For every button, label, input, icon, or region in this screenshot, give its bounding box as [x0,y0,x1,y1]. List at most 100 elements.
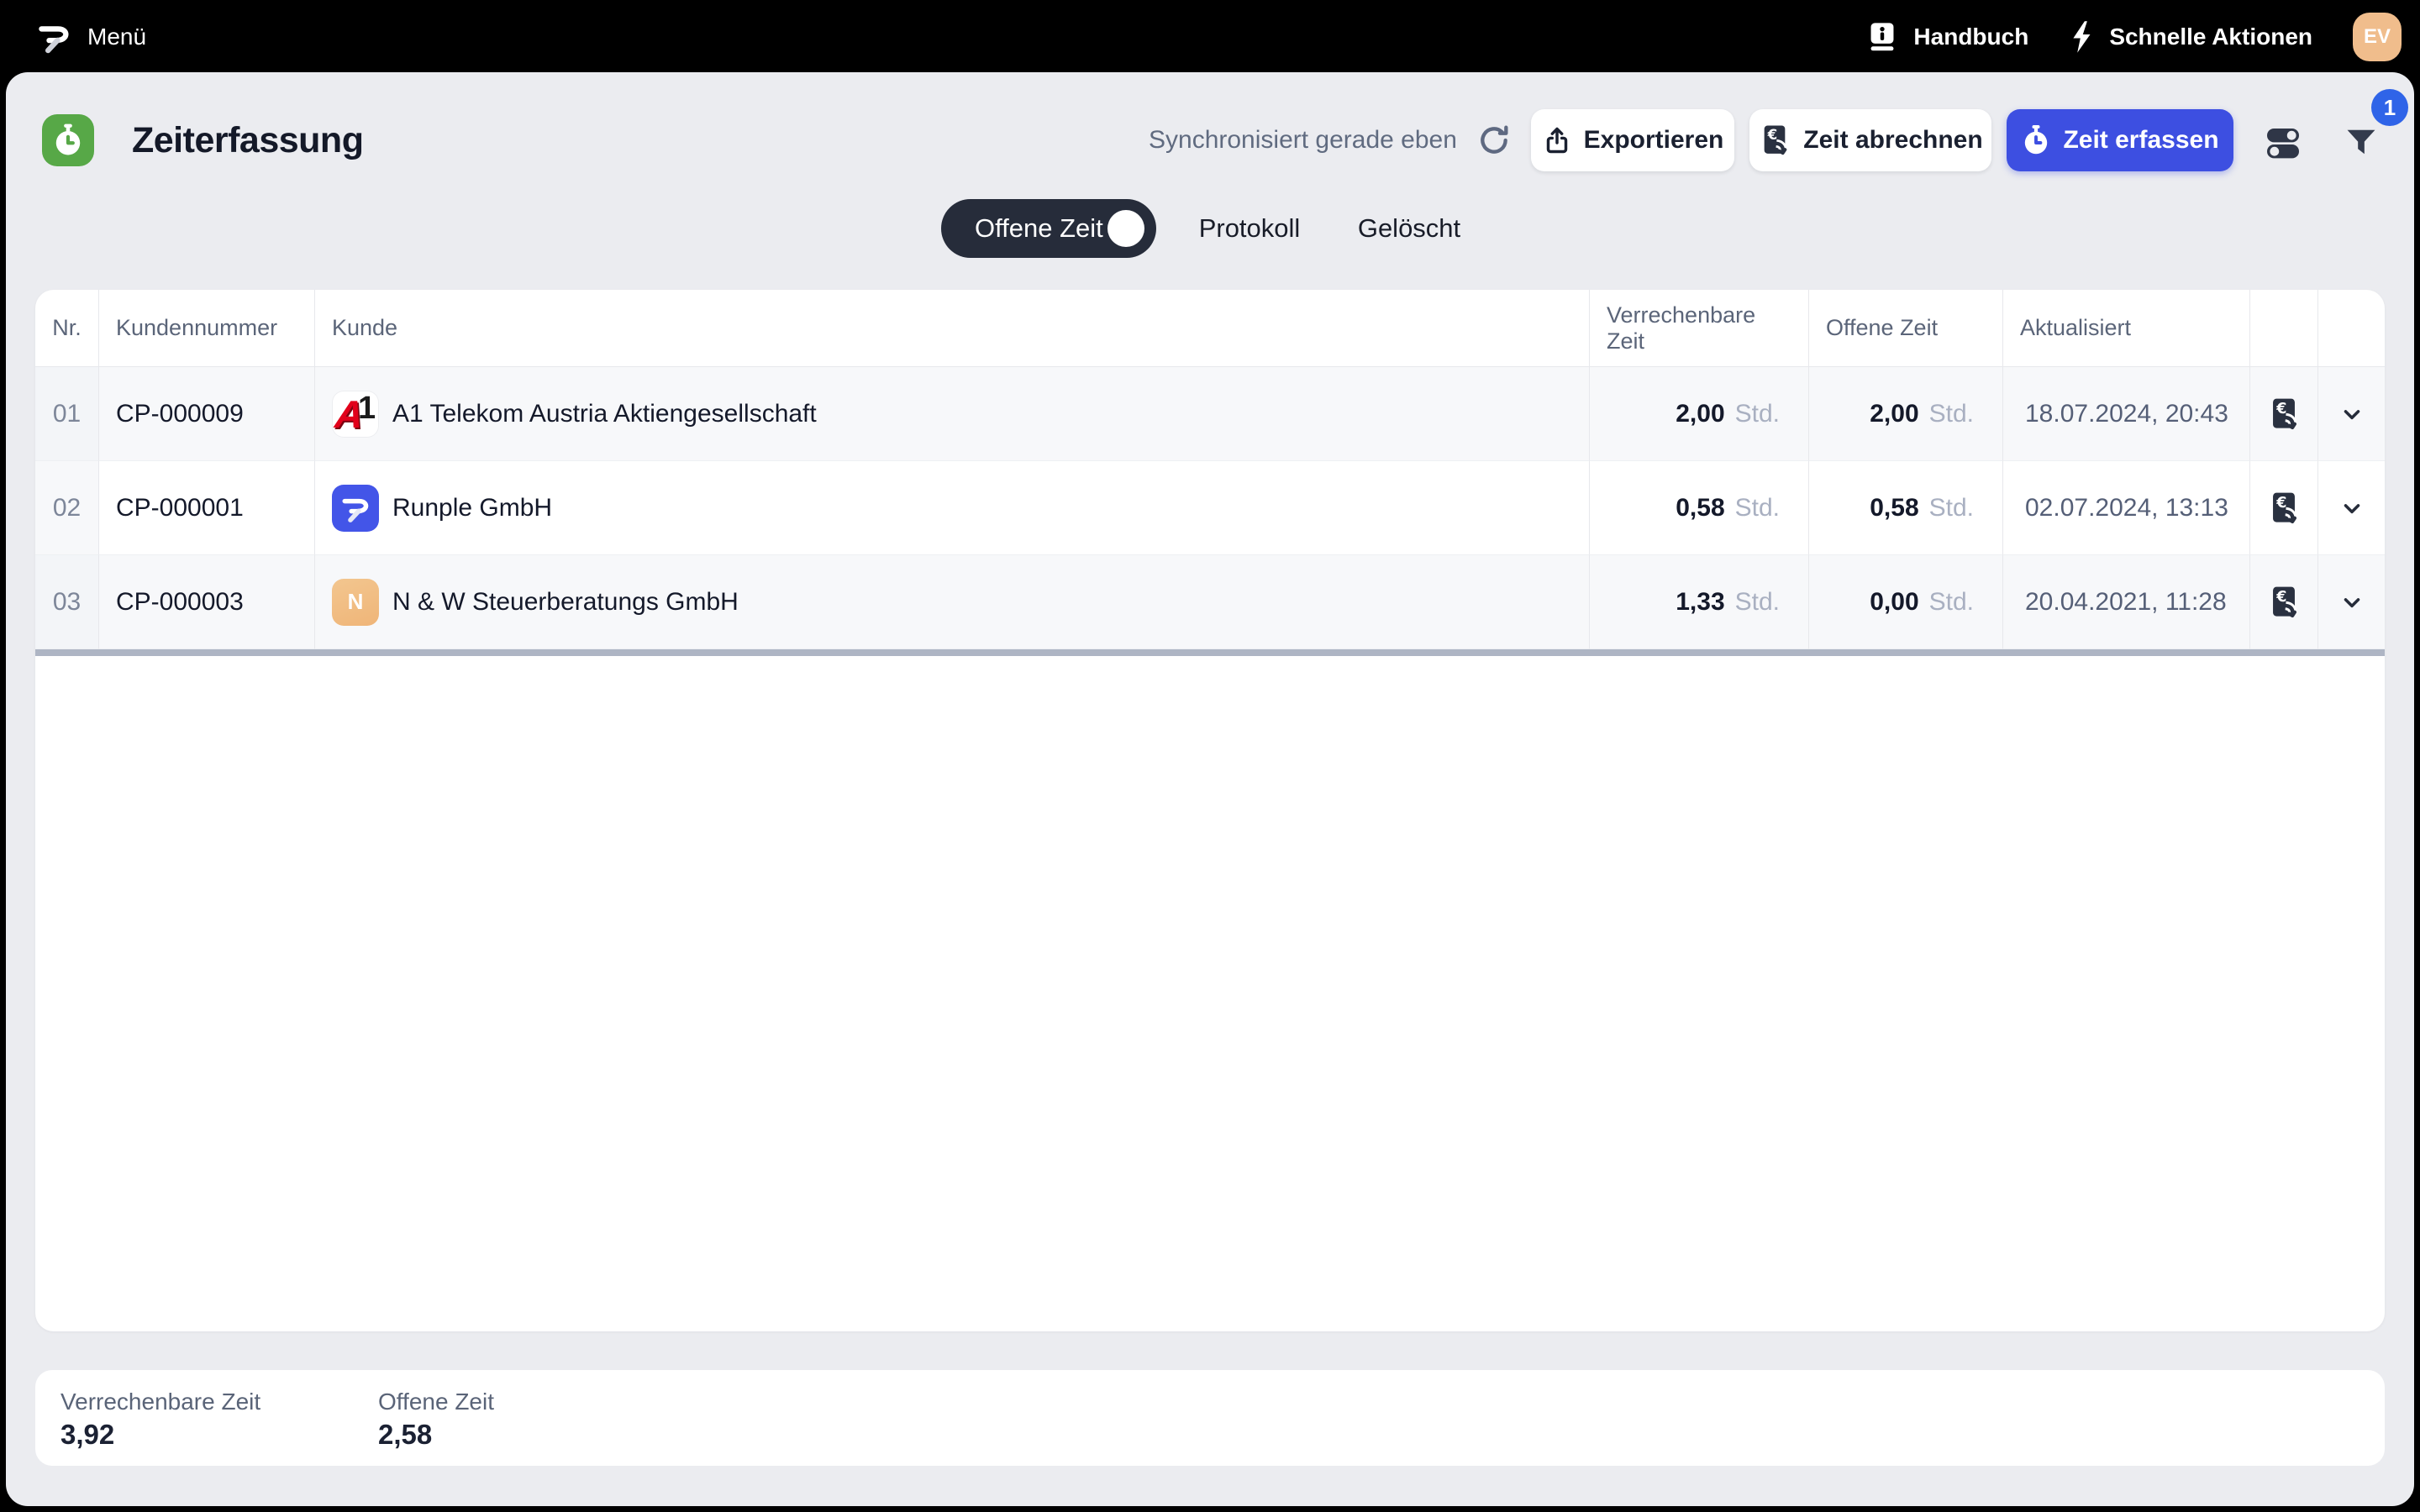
svg-text:€: € [2275,589,2286,606]
handbuch-button[interactable]: Handbuch [1866,20,2028,54]
customer-number: CP-000009 [99,367,315,461]
col-header-verrechenbare-zeit: Verrechenbare Zeit [1590,290,1809,367]
topbar: Menü Handbuch [0,0,2420,74]
col-header-expand [2318,290,2385,367]
stopwatch-icon [51,123,85,158]
topbar-right: Handbuch Schnelle Aktionen EV [1866,0,2402,74]
bill-row-action[interactable]: € [2250,555,2318,649]
sync-status-wrap: Synchronisiert gerade eben [1149,114,1511,166]
invoice-euro-icon: € [2266,396,2302,433]
user-avatar[interactable]: EV [2353,13,2402,61]
table-row[interactable]: 01 CP-000009 A 1 A1 Telekom Austria Akti… [35,367,2385,461]
bill-row-action[interactable]: € [2250,367,2318,461]
stopwatch-icon [2021,123,2051,157]
customer-cell: N N & W Steuerberatungs GmbH [315,555,1590,649]
runple-logo-icon [34,16,74,58]
updated-cell: 02.07.2024, 13:13 [2003,461,2250,555]
tab-toggle-knob [1107,210,1144,247]
open-time-cell: 2,00 Std. [1809,367,2003,461]
book-info-icon [1866,20,1898,54]
row-number: 03 [35,555,99,649]
open-time-value: 0,58 [1870,494,1918,522]
filter-count-badge: 1 [2371,89,2408,126]
col-header-nr: Nr. [35,290,99,367]
open-time-value: 0,00 [1870,588,1918,617]
open-time-cell: 0,00 Std. [1809,555,2003,649]
billable-total-label: Verrechenbare Zeit [60,1389,260,1415]
customer-name: Runple GmbH [392,494,552,522]
svg-text:€: € [2275,401,2286,417]
unit-label: Std. [1735,400,1780,428]
expand-row-button[interactable] [2318,461,2385,555]
customer-name: N & W Steuerberatungs GmbH [392,588,739,617]
chevron-down-icon [2339,496,2365,521]
open-total-label: Offene Zeit [378,1389,494,1415]
customer-cell: Runple GmbH [315,461,1590,555]
a1-logo: A 1 [332,391,379,438]
table-row[interactable]: 02 CP-000001 Runple GmbH 0,58 Std. [35,461,2385,555]
billable-time-value: 1,33 [1676,588,1724,617]
zeiterfassung-page: Menü Handbuch [0,0,2420,1512]
svg-text:€: € [2275,495,2286,512]
record-time-button[interactable]: Zeit erfassen [2007,109,2233,171]
menu-label: Menü [87,24,146,50]
quick-actions-button[interactable]: Schnelle Aktionen [2069,18,2312,55]
col-header-action [2250,290,2318,367]
updated-cell: 18.07.2024, 20:43 [2003,367,2250,461]
bill-time-button[interactable]: € Zeit abrechnen [1749,109,1991,171]
letter-avatar: N [332,579,379,626]
row-number: 02 [35,461,99,555]
a1-logo-letter: A [333,395,365,433]
runple-logo [332,485,379,532]
customer-number: CP-000001 [99,461,315,555]
tab-geloescht[interactable]: Gelöscht [1355,199,1464,258]
export-label: Exportieren [1584,126,1724,155]
unit-label: Std. [1735,494,1780,522]
invoice-euro-icon: € [2266,490,2302,527]
refresh-icon[interactable] [1477,123,1511,157]
customer-number: CP-000003 [99,555,315,649]
tab-offene-zeit-label: Offene Zeit [975,213,1103,244]
quick-actions-label: Schnelle Aktionen [2109,24,2312,50]
col-header-aktualisiert: Aktualisiert [2003,290,2250,367]
handbuch-label: Handbuch [1913,24,2028,50]
lightning-icon [2069,18,2094,55]
expand-row-button[interactable] [2318,367,2385,461]
billable-total-value: 3,92 [60,1419,114,1451]
tab-offene-zeit[interactable]: Offene Zeit [941,199,1156,258]
menu-button[interactable]: Menü [34,12,146,62]
col-header-offene-zeit: Offene Zeit [1809,290,2003,367]
tab-protokoll[interactable]: Protokoll [1195,199,1304,258]
export-icon [1542,124,1572,156]
invoice-euro-icon: € [2266,584,2302,621]
main-panel: Zeiterfassung Synchronisiert gerade eben… [6,72,2414,1506]
table-header-row: Nr. Kundennummer Kunde Verrechenbare Zei… [35,290,2385,367]
open-time-value: 2,00 [1870,400,1918,428]
unit-label: Std. [1735,588,1780,617]
view-settings-icon[interactable] [2260,121,2304,163]
bill-row-action[interactable]: € [2250,461,2318,555]
bill-time-label: Zeit abrechnen [1803,126,1982,155]
open-time-cell: 0,58 Std. [1809,461,2003,555]
record-time-label: Zeit erfassen [2063,126,2218,155]
updated-cell: 20.04.2021, 11:28 [2003,555,2250,649]
time-table: Nr. Kundennummer Kunde Verrechenbare Zei… [35,290,2385,1331]
page-title: Zeiterfassung [132,120,363,161]
totals-bar: Verrechenbare Zeit 3,92 Offene Zeit 2,58 [35,1370,2385,1466]
unit-label: Std. [1929,494,1974,522]
invoice-euro-icon: € [1758,123,1791,158]
svg-text:€: € [1767,127,1778,143]
filter-icon[interactable] [2342,124,2381,161]
unit-label: Std. [1929,400,1974,428]
open-total-value: 2,58 [378,1419,432,1451]
customer-cell: A 1 A1 Telekom Austria Aktiengesellschaf… [315,367,1590,461]
table-row[interactable]: 03 CP-000003 N N & W Steuerberatungs Gmb… [35,555,2385,649]
horizontal-scrollbar[interactable] [35,649,2385,656]
billable-time-value: 2,00 [1676,400,1724,428]
customer-name: A1 Telekom Austria Aktiengesellschaft [392,400,817,428]
sync-status-text: Synchronisiert gerade eben [1149,126,1457,155]
export-button[interactable]: Exportieren [1531,109,1734,171]
billable-time-cell: 1,33 Std. [1590,555,1809,649]
row-number: 01 [35,367,99,461]
expand-row-button[interactable] [2318,555,2385,649]
